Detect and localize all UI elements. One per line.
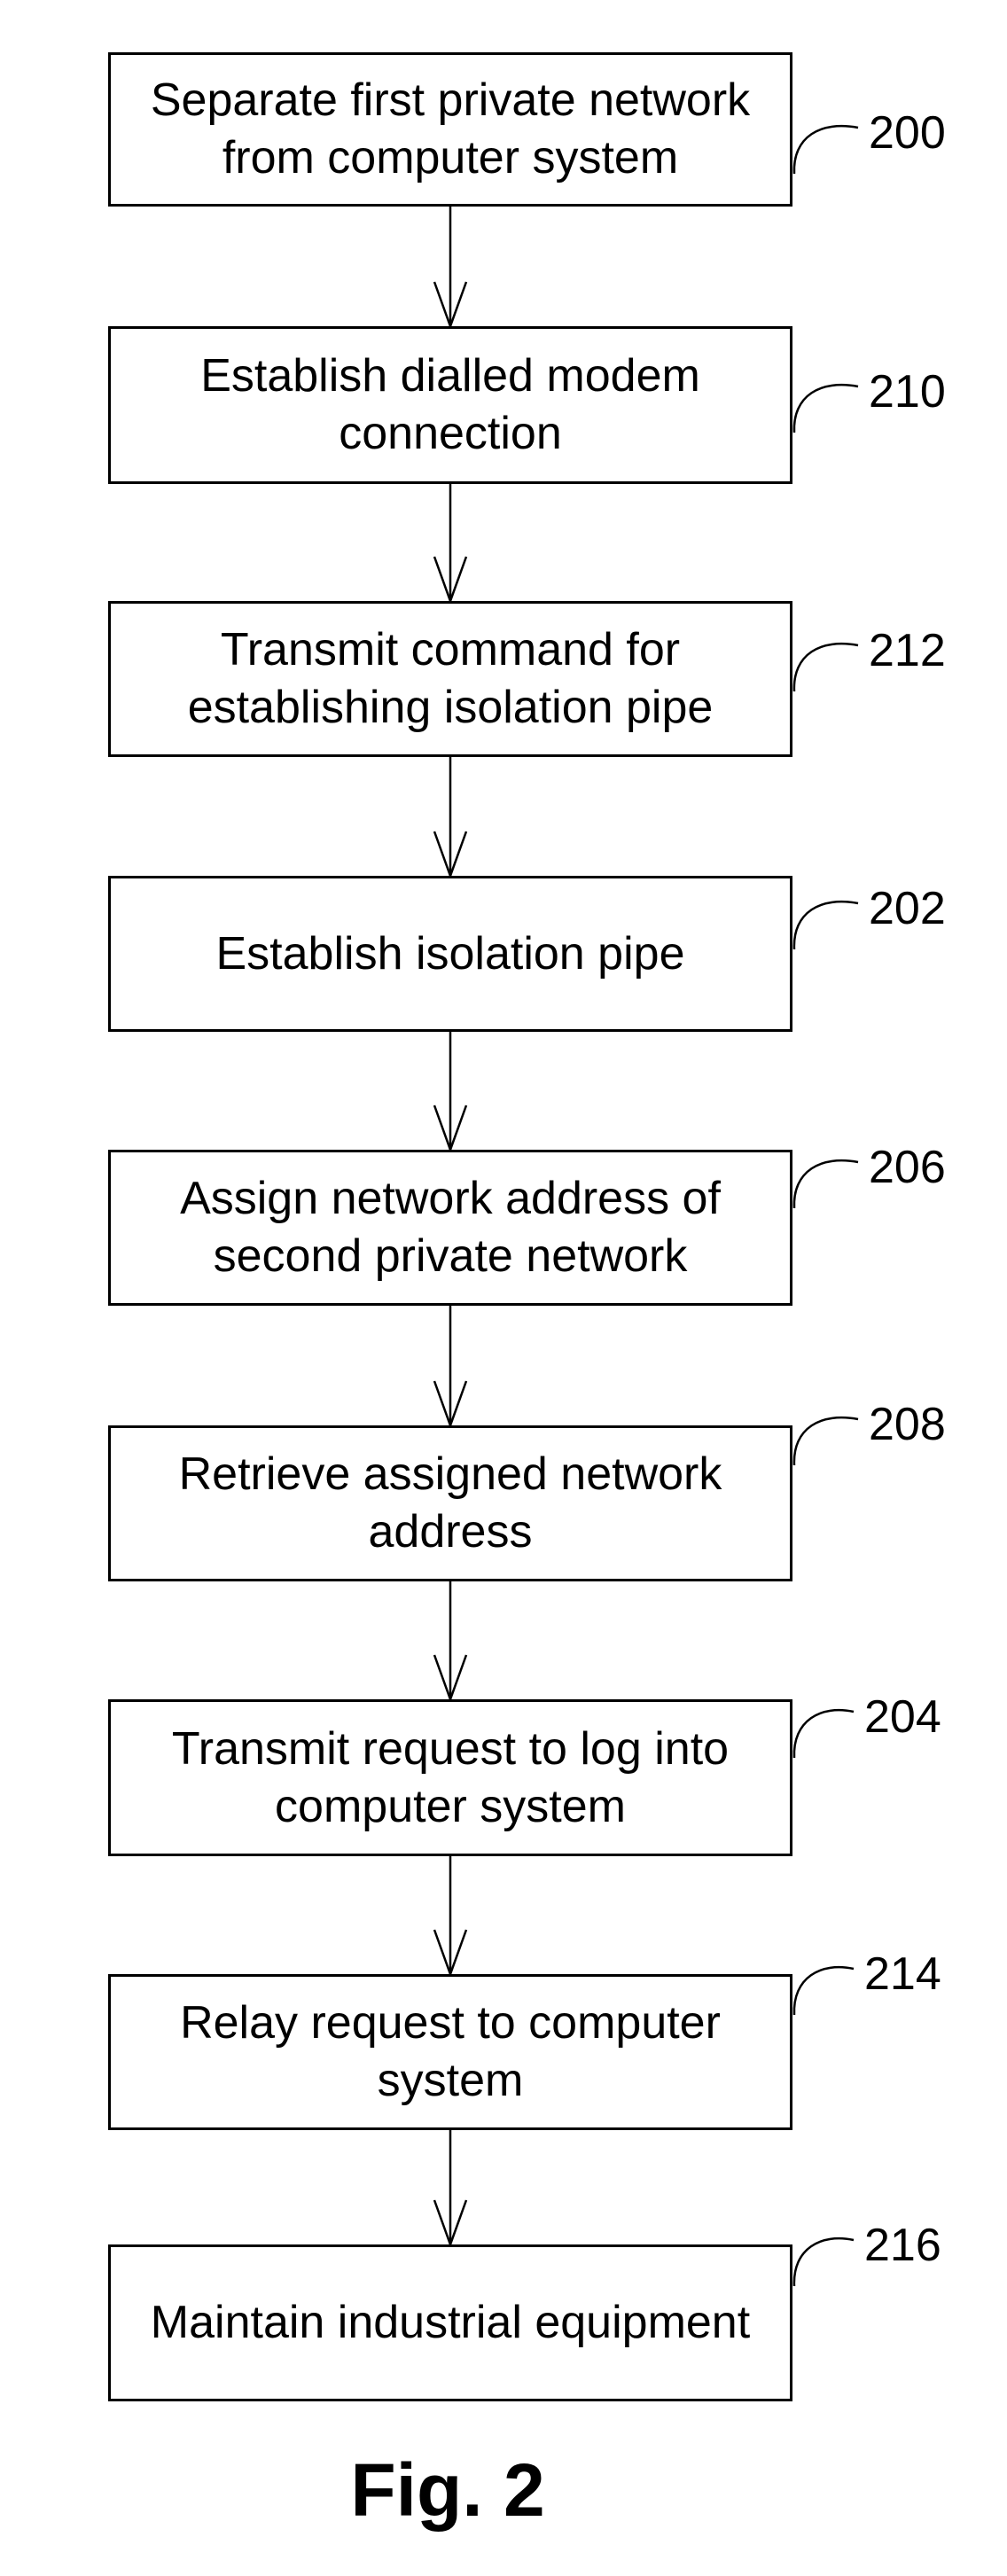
step-text: Separate first private network from comp…: [150, 74, 751, 183]
ref-label-202: 202: [869, 883, 946, 934]
step-box-establish-pipe: Establish isolation pipe: [108, 876, 792, 1032]
ref-label-214: 214: [864, 1948, 941, 2000]
leader-curve: [792, 1416, 859, 1466]
ref-label-210: 210: [869, 366, 946, 418]
leader-curve: [792, 642, 859, 692]
step-text: Relay request to computer system: [180, 1997, 721, 2106]
step-box-relay-request: Relay request to computer system: [108, 1974, 792, 2130]
ref-label-216: 216: [864, 2220, 941, 2271]
ref-label-212: 212: [869, 625, 946, 676]
leader-curve: [792, 2236, 855, 2287]
figure-caption: Fig. 2: [350, 2448, 545, 2532]
leader-curve: [792, 1965, 855, 2016]
ref-label-206: 206: [869, 1142, 946, 1193]
leader-curve: [792, 900, 859, 950]
step-box-assign-address: Assign network address of second private…: [108, 1150, 792, 1306]
leader-curve: [792, 1708, 855, 1759]
step-text: Retrieve assigned network address: [178, 1448, 722, 1557]
step-box-separate-network: Separate first private network from comp…: [108, 52, 792, 207]
leader-curve: [792, 124, 859, 175]
ref-label-208: 208: [869, 1399, 946, 1450]
step-box-retrieve-address: Retrieve assigned network address: [108, 1425, 792, 1581]
step-text: Establish dialled modem connection: [200, 350, 700, 459]
step-box-maintain-equipment: Maintain industrial equipment: [108, 2244, 792, 2401]
step-box-transmit-command: Transmit command for establishing isolat…: [108, 601, 792, 757]
leader-curve: [792, 1159, 859, 1209]
ref-label-204: 204: [864, 1691, 941, 1743]
flowchart-figure: Separate first private network from comp…: [0, 0, 1007, 2576]
step-text: Maintain industrial equipment: [150, 2297, 751, 2348]
ref-label-200: 200: [869, 107, 946, 159]
step-text: Assign network address of second private…: [180, 1173, 721, 1282]
step-text: Transmit request to log into computer sy…: [171, 1722, 730, 1832]
step-text: Transmit command for establishing isolat…: [187, 624, 714, 733]
leader-curve: [792, 383, 859, 433]
step-text: Establish isolation pipe: [215, 927, 685, 980]
step-box-transmit-login: Transmit request to log into computer sy…: [108, 1699, 792, 1856]
step-box-dialled-modem: Establish dialled modem connection: [108, 326, 792, 484]
